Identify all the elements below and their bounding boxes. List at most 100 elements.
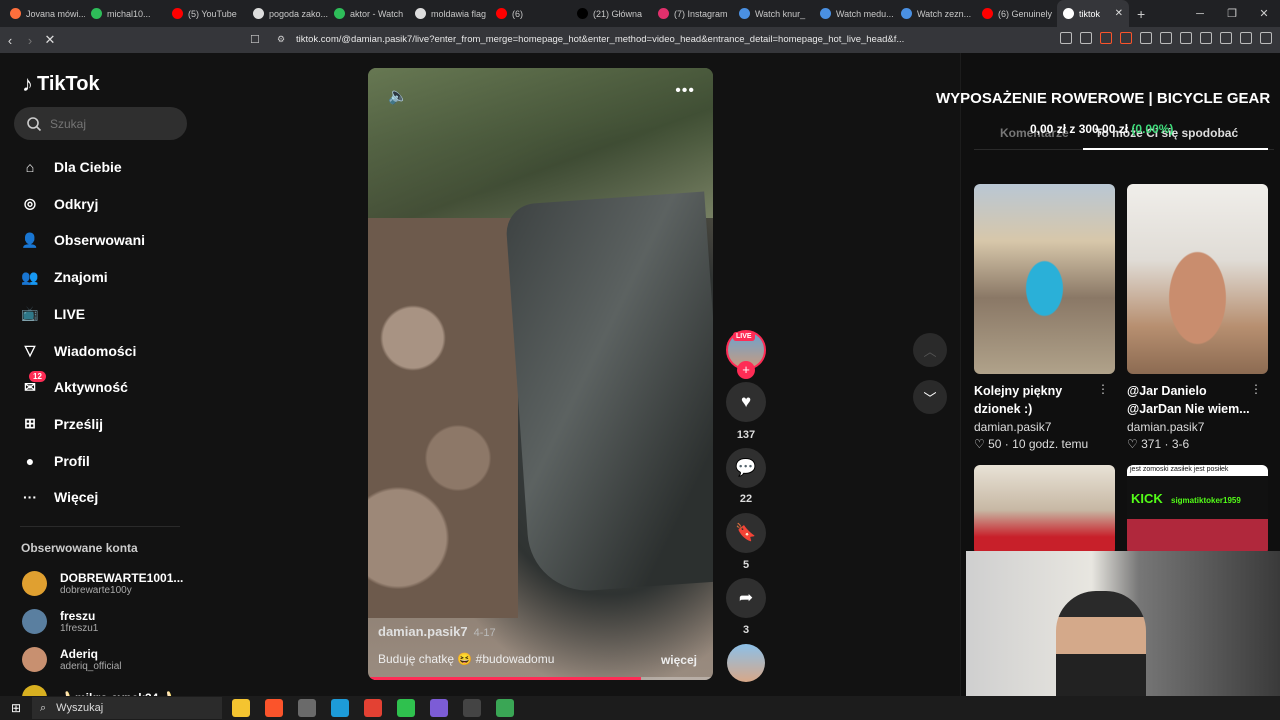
tab-favicon-icon [982, 8, 993, 19]
browser-tab[interactable]: (5) YouTube [166, 0, 247, 27]
close-tab-icon[interactable]: ✕ [1115, 8, 1123, 19]
browser-tab[interactable]: (21) Główna [571, 0, 652, 27]
browser-tab[interactable]: Jovana mówi... [4, 0, 85, 27]
card-more-icon[interactable]: ⋮ [1250, 382, 1262, 396]
back-icon[interactable]: ‹ [0, 33, 20, 48]
nav-item[interactable]: ⌂ Dla Ciebie [20, 157, 122, 177]
search-box[interactable] [14, 107, 187, 140]
nav-item[interactable]: ▽ Wiadomości [20, 341, 137, 361]
card-caption: jest zomoski zasiłek jest posiłek [1130, 466, 1229, 473]
card-likes: 50 [988, 437, 1002, 451]
brave-icon[interactable] [265, 699, 283, 717]
share-icon[interactable] [1080, 32, 1092, 44]
nav-item[interactable]: ··· Więcej [20, 487, 98, 507]
restore-icon[interactable]: ❐ [1216, 7, 1248, 20]
avatar[interactable] [22, 571, 47, 596]
tiktok-logo[interactable]: ♪ TikTok [22, 71, 100, 97]
close-window-icon[interactable]: ✕ [1248, 7, 1280, 20]
new-tab-icon[interactable]: + [1137, 6, 1145, 22]
follow-button[interactable]: + [737, 361, 755, 379]
card-more-icon[interactable]: ⋮ [1097, 382, 1109, 396]
recommended-card-thumbnail[interactable] [974, 465, 1115, 555]
forward-icon[interactable]: › [20, 33, 40, 48]
sidebar-icon[interactable] [1200, 32, 1212, 44]
tab-label: michal10... [107, 8, 151, 19]
browser-tab[interactable]: Watch zezn... [895, 0, 976, 27]
taskbar-search[interactable]: ⌕ Wyszukaj [32, 697, 222, 719]
screenshot-icon[interactable] [1160, 32, 1172, 44]
comment-button[interactable]: 💬 [726, 448, 766, 488]
video-player[interactable]: 🔈 ••• damian.pasik7 4-17 Buduję chatkę 😆 … [368, 68, 713, 680]
windows-start-icon[interactable]: ⊞ [0, 701, 32, 715]
browser-tab[interactable]: Watch medu... [814, 0, 895, 27]
avatar[interactable] [22, 647, 47, 672]
nav-label: Aktywność [54, 379, 128, 396]
browser-tab[interactable]: Watch knur_ [733, 0, 814, 27]
music-avatar[interactable] [727, 644, 765, 682]
search-input[interactable] [50, 116, 170, 131]
browser-tab[interactable]: (6) Genuinely [976, 0, 1057, 27]
site-info-icon[interactable]: ⚙ [277, 34, 285, 45]
menu-icon[interactable] [1260, 32, 1272, 44]
volume-icon[interactable]: 🔈 [388, 86, 408, 106]
recommended-card[interactable]: Kolejny piękny dzionek :) damian.pasik7 … [974, 184, 1115, 451]
browser-tab[interactable]: moldawia flag [409, 0, 490, 27]
card-author[interactable]: damian.pasik7 [974, 420, 1115, 434]
bookmark-icon[interactable]: ☐ [250, 33, 260, 46]
previous-video-button[interactable]: ︿ [913, 333, 947, 367]
file-explorer-icon[interactable] [232, 699, 250, 717]
close-loading-icon[interactable]: ✕ [40, 32, 60, 48]
media-icon[interactable] [1180, 32, 1192, 44]
show-more-link[interactable]: więcej [661, 653, 697, 667]
video-author[interactable]: damian.pasik7 4-17 [378, 624, 496, 639]
minimize-icon[interactable]: ─ [1184, 8, 1216, 20]
share-button[interactable]: ➦ [726, 578, 766, 618]
brave-shield-icon[interactable] [1100, 32, 1112, 44]
recommended-card-thumbnail[interactable]: jest zomoski zasiłek jest posiłek KICK s… [1127, 465, 1268, 555]
browser-tab-active[interactable]: tiktok ✕ [1057, 0, 1129, 27]
video-progress-fill [368, 677, 641, 680]
store-icon[interactable] [298, 699, 316, 717]
card-title[interactable]: Kolejny piękny dzionek :) [974, 382, 1104, 418]
avatar[interactable] [22, 609, 47, 634]
browser-tab[interactable]: michal10... [85, 0, 166, 27]
video-username[interactable]: damian.pasik7 [378, 624, 468, 639]
followed-account[interactable]: freszu 1freszu1 [22, 609, 98, 634]
browser-tab[interactable]: (6) [490, 0, 571, 27]
card-title[interactable]: @Jar Danielo @JarDan Nie wiem... [1127, 382, 1257, 418]
nav-item[interactable]: 📺 LIVE [20, 304, 85, 324]
edge-icon[interactable] [331, 699, 349, 717]
like-button[interactable]: ♥ [726, 382, 766, 422]
media-app-icon[interactable] [397, 699, 415, 717]
url-field[interactable]: tiktok.com/@damian.pasik7/live?enter_fro… [296, 34, 904, 45]
recommended-card[interactable]: @Jar Danielo @JarDan Nie wiem... damian.… [1127, 184, 1268, 451]
card-thumbnail[interactable] [974, 184, 1115, 374]
nav-item[interactable]: ◎ Odkryj [20, 194, 98, 214]
following-icon: 👤 [21, 231, 39, 248]
vpn-icon[interactable] [1240, 32, 1252, 44]
wallet-icon[interactable] [1220, 32, 1232, 44]
app-icon[interactable] [496, 699, 514, 717]
zoom-icon[interactable] [1060, 32, 1072, 44]
discord-icon[interactable] [430, 699, 448, 717]
save-button[interactable]: 🔖 [726, 513, 766, 553]
next-video-button[interactable]: ﹀ [913, 380, 947, 414]
nav-item[interactable]: ● Profil [20, 451, 90, 471]
nav-item[interactable]: ✉ 12 Aktywność [20, 371, 128, 397]
browser-tab[interactable]: aktor - Watch [328, 0, 409, 27]
card-thumbnail[interactable] [1127, 184, 1268, 374]
brave-rewards-icon[interactable] [1120, 32, 1132, 44]
browser-tab[interactable]: pogoda zako... [247, 0, 328, 27]
nav-item[interactable]: 👥 Znajomi [20, 267, 107, 287]
video-progress-bar[interactable] [368, 677, 713, 680]
followed-account[interactable]: DOBREWARTE1001... dobrewarte100y [22, 571, 183, 596]
browser-tab[interactable]: (7) Instagram [652, 0, 733, 27]
more-options-icon[interactable]: ••• [675, 82, 695, 100]
nav-item[interactable]: 👤 Obserwowani [20, 230, 145, 250]
obs-icon[interactable] [463, 699, 481, 717]
extensions-icon[interactable] [1140, 32, 1152, 44]
nav-item[interactable]: ⊞ Prześlij [20, 414, 103, 434]
followed-account[interactable]: Aderiq aderiq_official [22, 647, 122, 672]
card-author[interactable]: damian.pasik7 [1127, 420, 1268, 434]
chrome-icon[interactable] [364, 699, 382, 717]
